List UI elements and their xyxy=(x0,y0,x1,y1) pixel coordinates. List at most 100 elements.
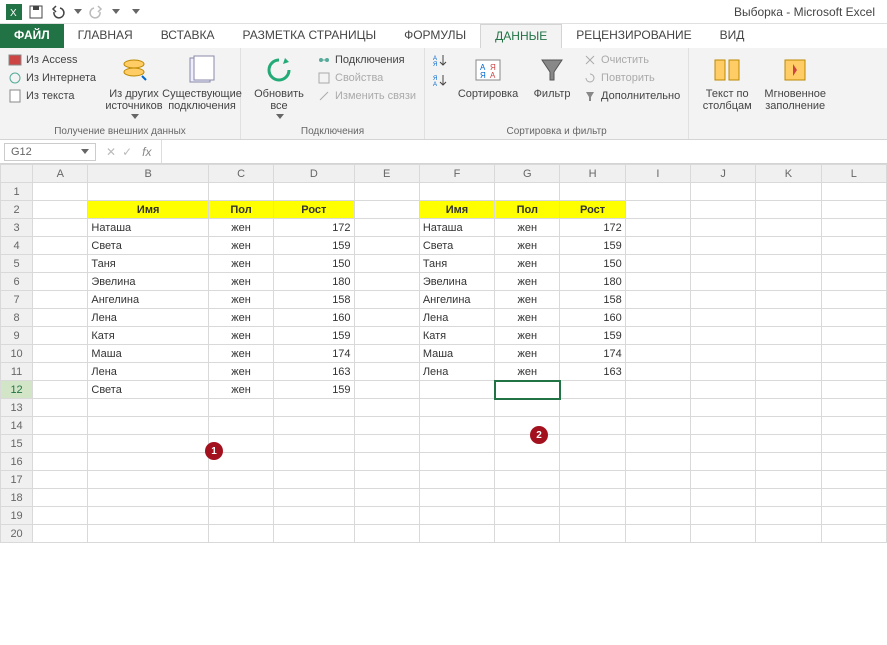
cell[interactable] xyxy=(756,273,821,291)
cell[interactable] xyxy=(691,345,756,363)
tab-review[interactable]: РЕЦЕНЗИРОВАНИЕ xyxy=(562,24,705,48)
cell[interactable] xyxy=(495,435,560,453)
cell[interactable] xyxy=(625,489,690,507)
cell[interactable] xyxy=(625,219,690,237)
from-web-button[interactable]: Из Интернета xyxy=(6,70,98,86)
cell[interactable] xyxy=(756,435,821,453)
cell[interactable]: 174 xyxy=(560,345,625,363)
cell[interactable] xyxy=(33,309,88,327)
cell[interactable]: Рост xyxy=(274,201,354,219)
cell[interactable] xyxy=(274,417,354,435)
cell[interactable]: 180 xyxy=(560,273,625,291)
cell[interactable]: жен xyxy=(495,309,560,327)
cell[interactable] xyxy=(354,309,419,327)
existing-connections-button[interactable]: Существующие подключения xyxy=(170,52,234,114)
cell[interactable] xyxy=(560,525,625,543)
cell[interactable]: Света xyxy=(88,381,209,399)
row-header[interactable]: 18 xyxy=(1,489,33,507)
cell[interactable] xyxy=(354,453,419,471)
from-access-button[interactable]: Из Access xyxy=(6,52,98,68)
tab-file[interactable]: ФАЙЛ xyxy=(0,24,64,48)
col-header[interactable]: E xyxy=(354,165,419,183)
cell[interactable] xyxy=(33,417,88,435)
cell[interactable]: жен xyxy=(208,345,273,363)
cell[interactable] xyxy=(33,399,88,417)
row-header[interactable]: 4 xyxy=(1,237,33,255)
cell[interactable] xyxy=(756,399,821,417)
cell[interactable] xyxy=(691,453,756,471)
cell[interactable] xyxy=(691,525,756,543)
cell[interactable] xyxy=(354,489,419,507)
cell[interactable] xyxy=(821,309,886,327)
cell[interactable] xyxy=(821,219,886,237)
cell[interactable] xyxy=(691,237,756,255)
cell[interactable] xyxy=(821,417,886,435)
cell[interactable] xyxy=(33,327,88,345)
cell[interactable] xyxy=(625,417,690,435)
row-header[interactable]: 1 xyxy=(1,183,33,201)
cell[interactable] xyxy=(354,273,419,291)
tab-data[interactable]: ДАННЫЕ xyxy=(480,24,562,48)
cell[interactable] xyxy=(354,327,419,345)
col-header[interactable]: L xyxy=(821,165,886,183)
cell[interactable]: Катя xyxy=(419,327,494,345)
cell[interactable]: жен xyxy=(208,273,273,291)
cell[interactable] xyxy=(495,399,560,417)
cell[interactable] xyxy=(274,471,354,489)
cell[interactable] xyxy=(354,219,419,237)
refresh-all-button[interactable]: Обновить все xyxy=(247,52,311,121)
cell[interactable]: Лена xyxy=(88,363,209,381)
cell[interactable]: Ангелина xyxy=(419,291,494,309)
cell[interactable]: Рост xyxy=(560,201,625,219)
cell[interactable] xyxy=(208,525,273,543)
name-box[interactable]: G12 xyxy=(4,143,96,161)
cell[interactable] xyxy=(274,399,354,417)
reapply-button[interactable]: Повторить xyxy=(581,70,682,86)
cell[interactable] xyxy=(821,273,886,291)
cell[interactable] xyxy=(419,489,494,507)
cell[interactable] xyxy=(625,525,690,543)
cell[interactable] xyxy=(495,489,560,507)
cell[interactable] xyxy=(821,525,886,543)
cell[interactable]: 159 xyxy=(274,327,354,345)
cell[interactable] xyxy=(756,345,821,363)
cell[interactable]: жен xyxy=(495,219,560,237)
cell[interactable]: 172 xyxy=(560,219,625,237)
sort-asc-button[interactable]: AЯ xyxy=(431,52,449,68)
cell[interactable] xyxy=(560,471,625,489)
cell[interactable] xyxy=(88,435,209,453)
cell[interactable] xyxy=(208,489,273,507)
filter-button[interactable]: Фильтр xyxy=(527,52,577,102)
cell[interactable]: 159 xyxy=(560,327,625,345)
cell[interactable]: Пол xyxy=(208,201,273,219)
connections-button[interactable]: Подключения xyxy=(315,52,418,68)
cell[interactable] xyxy=(756,453,821,471)
enter-icon[interactable]: ✓ xyxy=(122,145,132,159)
cell[interactable]: 159 xyxy=(274,237,354,255)
cell[interactable] xyxy=(33,453,88,471)
cell[interactable]: жен xyxy=(495,255,560,273)
cell[interactable]: Имя xyxy=(419,201,494,219)
cell[interactable] xyxy=(88,453,209,471)
cell[interactable] xyxy=(419,471,494,489)
cell[interactable]: Пол xyxy=(495,201,560,219)
cell[interactable] xyxy=(625,291,690,309)
row-header[interactable]: 6 xyxy=(1,273,33,291)
cell[interactable] xyxy=(756,471,821,489)
tab-layout[interactable]: РАЗМЕТКА СТРАНИЦЫ xyxy=(229,24,391,48)
cell[interactable]: 150 xyxy=(560,255,625,273)
cell[interactable]: Таня xyxy=(88,255,209,273)
cell[interactable]: 163 xyxy=(560,363,625,381)
cell[interactable]: жен xyxy=(208,327,273,345)
cell[interactable] xyxy=(756,525,821,543)
cell[interactable] xyxy=(88,489,209,507)
name-box-dropdown-icon[interactable] xyxy=(81,149,89,154)
col-header[interactable]: B xyxy=(88,165,209,183)
cell[interactable] xyxy=(33,273,88,291)
row-header[interactable]: 19 xyxy=(1,507,33,525)
cell[interactable] xyxy=(354,399,419,417)
cell[interactable] xyxy=(756,417,821,435)
cell[interactable] xyxy=(691,309,756,327)
cell[interactable]: Лена xyxy=(419,363,494,381)
cell[interactable] xyxy=(625,435,690,453)
